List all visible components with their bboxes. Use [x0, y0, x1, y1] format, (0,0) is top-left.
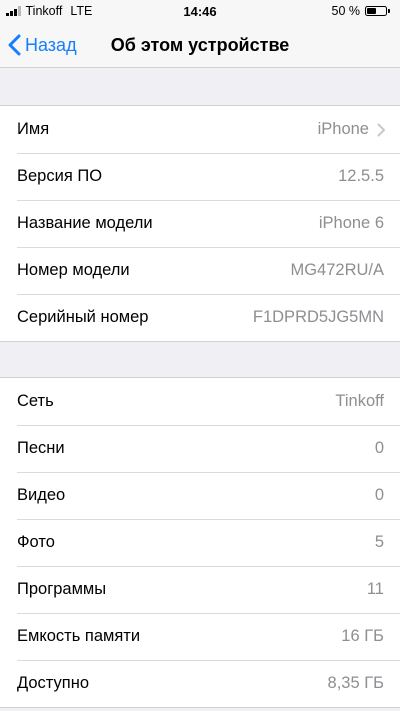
row-value: iPhone 6 [319, 214, 384, 233]
list-item: Версия ПО 12.5.5 [0, 153, 400, 200]
list-item: Сеть Tinkoff [0, 378, 400, 425]
row-value-text: 0 [374, 439, 384, 457]
row-label: Серийный номер [17, 308, 149, 326]
row-value: Tinkoff [335, 392, 384, 411]
row-label: Сеть [17, 392, 54, 410]
usage-info-group: Сеть Tinkoff Песни 0 Видео 0 Фото 5 Программы 11 Е… [0, 377, 400, 708]
row-value-text: 0 [374, 486, 384, 504]
navigation-bar: Назад Об этом устройстве [0, 22, 400, 68]
row-value-text: 11 [366, 580, 384, 598]
row-label: Версия ПО [17, 167, 103, 185]
battery-percentage: 50 % [331, 4, 361, 18]
device-info-group: Имя iPhone Версия ПО 12.5.5 Название модели i… [0, 105, 400, 342]
row-value-text: 16 ГБ [341, 627, 384, 645]
status-right: 50 % [331, 4, 390, 18]
row-value-text: 5 [374, 533, 384, 551]
row-value: 11 [367, 580, 384, 599]
battery-fill [367, 8, 376, 14]
row-value-text: 8,35 ГБ [327, 674, 384, 692]
list-item: Программы 11 [0, 566, 400, 613]
row-label: Доступно [17, 674, 90, 692]
row-label: Емкость памяти [17, 627, 141, 645]
row-value-text: F1DPRD5JG5MN [252, 308, 384, 326]
list-item: Серийный номер F1DPRD5JG5MN [0, 294, 400, 341]
row-label: Имя [17, 120, 50, 138]
row-value: F1DPRD5JG5MN [253, 308, 384, 327]
row-label: Номер модели [17, 261, 130, 279]
row-value-text: iPhone [317, 120, 369, 138]
list-item: Видео 0 [0, 472, 400, 519]
row-value: 16 ГБ [341, 627, 384, 646]
row-value-text: MG472RU/A [290, 261, 384, 279]
row-value: iPhone [318, 120, 386, 139]
chevron-right-icon [377, 123, 385, 136]
row-value: 0 [375, 439, 384, 458]
row-label: Название модели [17, 214, 153, 232]
list-item: Песни 0 [0, 425, 400, 472]
row-label: Программы [17, 580, 107, 598]
row-label: Фото [17, 533, 55, 551]
battery-icon [365, 6, 387, 16]
row-value: 0 [375, 486, 384, 505]
row-value-text: 12.5.5 [338, 167, 384, 185]
row-value: 5 [375, 533, 384, 552]
row-value: 8,35 ГБ [328, 674, 384, 693]
list-item: Номер модели MG472RU/A [0, 247, 400, 294]
list-item: Доступно 8,35 ГБ [0, 660, 400, 707]
list-item: Фото 5 [0, 519, 400, 566]
row-label: Видео [17, 486, 66, 504]
row-value-text: Tinkoff [335, 392, 384, 410]
row-value: 12.5.5 [338, 167, 384, 186]
page-title: Об этом устройстве [110, 35, 290, 55]
list-item: Название модели iPhone 6 [0, 200, 400, 247]
row-value: MG472RU/A [290, 261, 384, 280]
row-value-text: iPhone 6 [318, 214, 384, 232]
list-item[interactable]: Имя iPhone [0, 106, 400, 153]
battery-cap [388, 9, 390, 13]
list-item: Емкость памяти 16 ГБ [0, 613, 400, 660]
status-bar: Tinkoff LTE 14:46 50 % [0, 0, 400, 22]
row-label: Песни [17, 439, 65, 457]
